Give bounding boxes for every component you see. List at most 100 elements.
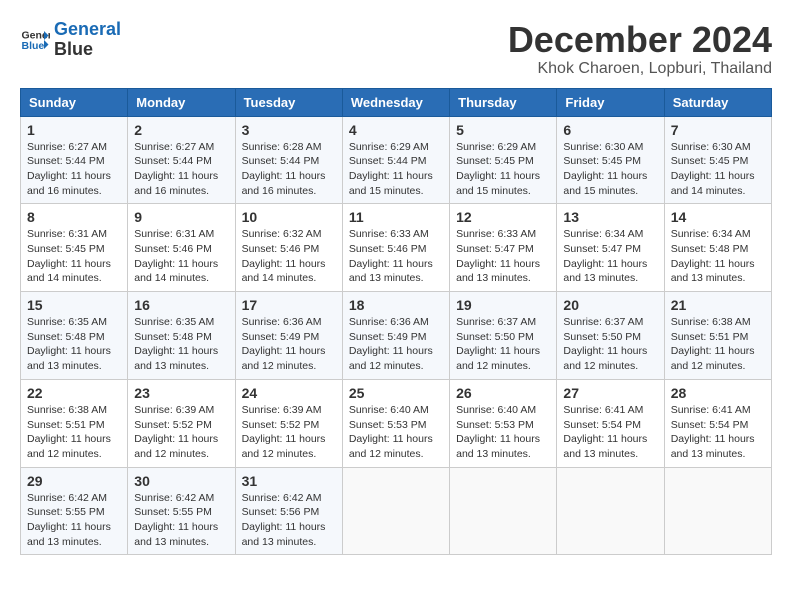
week-row-4: 22 Sunrise: 6:38 AM Sunset: 5:51 PM Dayl… (21, 379, 772, 467)
day-number: 19 (456, 297, 550, 313)
day-number: 4 (349, 122, 443, 138)
weekday-header-saturday: Saturday (664, 88, 771, 116)
location-title: Khok Charoen, Lopburi, Thailand (508, 60, 772, 78)
day-info: Sunrise: 6:41 AM Sunset: 5:54 PM Dayligh… (563, 403, 657, 462)
calendar-cell: 28 Sunrise: 6:41 AM Sunset: 5:54 PM Dayl… (664, 379, 771, 467)
calendar-cell: 20 Sunrise: 6:37 AM Sunset: 5:50 PM Dayl… (557, 292, 664, 380)
day-info: Sunrise: 6:38 AM Sunset: 5:51 PM Dayligh… (27, 403, 121, 462)
calendar-header: SundayMondayTuesdayWednesdayThursdayFrid… (21, 88, 772, 116)
day-number: 28 (671, 385, 765, 401)
calendar-cell: 22 Sunrise: 6:38 AM Sunset: 5:51 PM Dayl… (21, 379, 128, 467)
calendar-cell: 11 Sunrise: 6:33 AM Sunset: 5:46 PM Dayl… (342, 204, 449, 292)
logo-text: GeneralBlue (54, 20, 121, 60)
day-info: Sunrise: 6:33 AM Sunset: 5:47 PM Dayligh… (456, 227, 550, 286)
calendar-cell: 6 Sunrise: 6:30 AM Sunset: 5:45 PM Dayli… (557, 116, 664, 204)
day-info: Sunrise: 6:29 AM Sunset: 5:45 PM Dayligh… (456, 140, 550, 199)
calendar-cell: 26 Sunrise: 6:40 AM Sunset: 5:53 PM Dayl… (450, 379, 557, 467)
day-number: 9 (134, 209, 228, 225)
calendar-cell: 17 Sunrise: 6:36 AM Sunset: 5:49 PM Dayl… (235, 292, 342, 380)
day-info: Sunrise: 6:40 AM Sunset: 5:53 PM Dayligh… (349, 403, 443, 462)
calendar-cell: 5 Sunrise: 6:29 AM Sunset: 5:45 PM Dayli… (450, 116, 557, 204)
day-info: Sunrise: 6:39 AM Sunset: 5:52 PM Dayligh… (242, 403, 336, 462)
week-row-1: 1 Sunrise: 6:27 AM Sunset: 5:44 PM Dayli… (21, 116, 772, 204)
week-row-2: 8 Sunrise: 6:31 AM Sunset: 5:45 PM Dayli… (21, 204, 772, 292)
day-info: Sunrise: 6:39 AM Sunset: 5:52 PM Dayligh… (134, 403, 228, 462)
calendar-body: 1 Sunrise: 6:27 AM Sunset: 5:44 PM Dayli… (21, 116, 772, 555)
calendar-cell: 12 Sunrise: 6:33 AM Sunset: 5:47 PM Dayl… (450, 204, 557, 292)
day-number: 2 (134, 122, 228, 138)
day-number: 15 (27, 297, 121, 313)
day-number: 21 (671, 297, 765, 313)
calendar-cell (342, 467, 449, 555)
day-info: Sunrise: 6:35 AM Sunset: 5:48 PM Dayligh… (134, 315, 228, 374)
calendar-cell: 30 Sunrise: 6:42 AM Sunset: 5:55 PM Dayl… (128, 467, 235, 555)
day-info: Sunrise: 6:31 AM Sunset: 5:45 PM Dayligh… (27, 227, 121, 286)
svg-text:Blue: Blue (22, 40, 45, 52)
day-number: 14 (671, 209, 765, 225)
day-info: Sunrise: 6:42 AM Sunset: 5:56 PM Dayligh… (242, 491, 336, 550)
weekday-header-thursday: Thursday (450, 88, 557, 116)
page-header: General Blue GeneralBlue December 2024 K… (20, 20, 772, 78)
calendar-cell: 19 Sunrise: 6:37 AM Sunset: 5:50 PM Dayl… (450, 292, 557, 380)
day-info: Sunrise: 6:27 AM Sunset: 5:44 PM Dayligh… (27, 140, 121, 199)
day-info: Sunrise: 6:36 AM Sunset: 5:49 PM Dayligh… (242, 315, 336, 374)
day-info: Sunrise: 6:29 AM Sunset: 5:44 PM Dayligh… (349, 140, 443, 199)
day-info: Sunrise: 6:32 AM Sunset: 5:46 PM Dayligh… (242, 227, 336, 286)
calendar-cell: 14 Sunrise: 6:34 AM Sunset: 5:48 PM Dayl… (664, 204, 771, 292)
weekday-header-tuesday: Tuesday (235, 88, 342, 116)
day-number: 27 (563, 385, 657, 401)
day-number: 3 (242, 122, 336, 138)
calendar-cell: 9 Sunrise: 6:31 AM Sunset: 5:46 PM Dayli… (128, 204, 235, 292)
weekday-header-sunday: Sunday (21, 88, 128, 116)
calendar-cell: 3 Sunrise: 6:28 AM Sunset: 5:44 PM Dayli… (235, 116, 342, 204)
day-number: 17 (242, 297, 336, 313)
calendar-cell: 25 Sunrise: 6:40 AM Sunset: 5:53 PM Dayl… (342, 379, 449, 467)
day-info: Sunrise: 6:41 AM Sunset: 5:54 PM Dayligh… (671, 403, 765, 462)
day-number: 25 (349, 385, 443, 401)
weekday-header-monday: Monday (128, 88, 235, 116)
calendar-cell (664, 467, 771, 555)
day-number: 18 (349, 297, 443, 313)
day-info: Sunrise: 6:37 AM Sunset: 5:50 PM Dayligh… (456, 315, 550, 374)
calendar-cell: 15 Sunrise: 6:35 AM Sunset: 5:48 PM Dayl… (21, 292, 128, 380)
calendar-cell: 8 Sunrise: 6:31 AM Sunset: 5:45 PM Dayli… (21, 204, 128, 292)
calendar-cell: 10 Sunrise: 6:32 AM Sunset: 5:46 PM Dayl… (235, 204, 342, 292)
calendar-cell: 2 Sunrise: 6:27 AM Sunset: 5:44 PM Dayli… (128, 116, 235, 204)
calendar-table: SundayMondayTuesdayWednesdayThursdayFrid… (20, 88, 772, 556)
day-number: 13 (563, 209, 657, 225)
day-info: Sunrise: 6:28 AM Sunset: 5:44 PM Dayligh… (242, 140, 336, 199)
day-number: 22 (27, 385, 121, 401)
day-info: Sunrise: 6:27 AM Sunset: 5:44 PM Dayligh… (134, 140, 228, 199)
calendar-cell: 31 Sunrise: 6:42 AM Sunset: 5:56 PM Dayl… (235, 467, 342, 555)
weekday-header-friday: Friday (557, 88, 664, 116)
day-info: Sunrise: 6:30 AM Sunset: 5:45 PM Dayligh… (563, 140, 657, 199)
day-info: Sunrise: 6:30 AM Sunset: 5:45 PM Dayligh… (671, 140, 765, 199)
day-info: Sunrise: 6:34 AM Sunset: 5:47 PM Dayligh… (563, 227, 657, 286)
calendar-cell: 7 Sunrise: 6:30 AM Sunset: 5:45 PM Dayli… (664, 116, 771, 204)
calendar-cell: 27 Sunrise: 6:41 AM Sunset: 5:54 PM Dayl… (557, 379, 664, 467)
calendar-cell: 4 Sunrise: 6:29 AM Sunset: 5:44 PM Dayli… (342, 116, 449, 204)
weekday-header-wednesday: Wednesday (342, 88, 449, 116)
week-row-3: 15 Sunrise: 6:35 AM Sunset: 5:48 PM Dayl… (21, 292, 772, 380)
day-number: 8 (27, 209, 121, 225)
day-number: 10 (242, 209, 336, 225)
day-number: 5 (456, 122, 550, 138)
logo: General Blue GeneralBlue (20, 20, 121, 60)
day-number: 24 (242, 385, 336, 401)
day-number: 26 (456, 385, 550, 401)
day-number: 1 (27, 122, 121, 138)
day-number: 11 (349, 209, 443, 225)
day-info: Sunrise: 6:42 AM Sunset: 5:55 PM Dayligh… (134, 491, 228, 550)
day-number: 12 (456, 209, 550, 225)
day-info: Sunrise: 6:33 AM Sunset: 5:46 PM Dayligh… (349, 227, 443, 286)
month-title: December 2024 (508, 20, 772, 60)
day-info: Sunrise: 6:38 AM Sunset: 5:51 PM Dayligh… (671, 315, 765, 374)
day-info: Sunrise: 6:42 AM Sunset: 5:55 PM Dayligh… (27, 491, 121, 550)
calendar-cell (450, 467, 557, 555)
calendar-cell (557, 467, 664, 555)
calendar-cell: 23 Sunrise: 6:39 AM Sunset: 5:52 PM Dayl… (128, 379, 235, 467)
weekday-header-row: SundayMondayTuesdayWednesdayThursdayFrid… (21, 88, 772, 116)
day-number: 29 (27, 473, 121, 489)
calendar-cell: 16 Sunrise: 6:35 AM Sunset: 5:48 PM Dayl… (128, 292, 235, 380)
day-number: 7 (671, 122, 765, 138)
